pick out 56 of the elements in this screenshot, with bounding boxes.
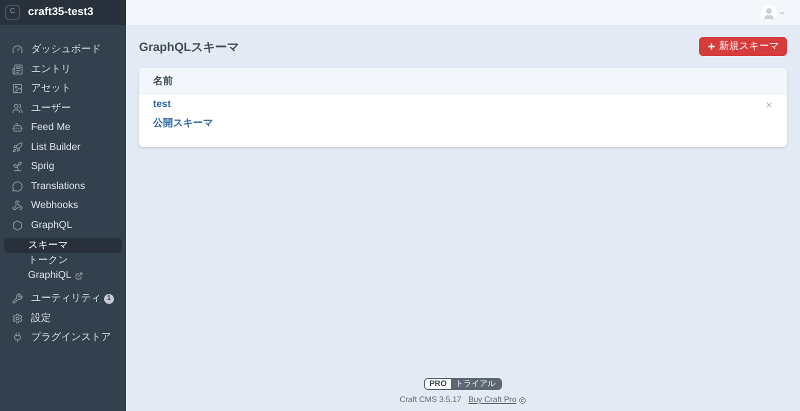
nav-item[interactable]: Translations xyxy=(0,176,126,196)
newspaper-icon xyxy=(12,64,23,75)
copyright-icon xyxy=(519,396,526,404)
nav-subitem[interactable]: スキーマ xyxy=(4,238,122,253)
nav-item[interactable]: 設定 xyxy=(0,308,126,328)
new-schema-button[interactable]: 新規スキーマ xyxy=(699,37,787,56)
edition-label: PRO xyxy=(425,379,451,389)
gear-icon xyxy=(12,312,23,324)
robot-icon xyxy=(12,122,23,134)
site-name: craft35-test3 xyxy=(28,5,94,20)
image-icon xyxy=(12,83,23,94)
plug-icon xyxy=(12,332,23,344)
nav-label: ユーティリティ xyxy=(31,292,102,306)
plus-icon xyxy=(707,42,716,51)
delete-icon[interactable] xyxy=(765,100,773,108)
nav-item[interactable]: Sprig xyxy=(0,157,126,176)
rocket-icon xyxy=(12,142,23,153)
column-header: 名前 xyxy=(153,74,173,89)
users-icon xyxy=(12,102,23,114)
nav-item[interactable]: Webhooks xyxy=(0,196,126,216)
nav-item[interactable]: ユーザー xyxy=(0,98,126,118)
gauge-icon xyxy=(12,44,23,56)
version-text: Craft CMS 3.5.17 xyxy=(400,394,462,406)
nav-item[interactable]: プラグインストア xyxy=(0,328,126,348)
webhook-icon xyxy=(12,200,23,212)
nav-label: ダッシュボード xyxy=(31,43,102,58)
nav-item[interactable]: ダッシュボード xyxy=(0,40,126,60)
nav-subitem[interactable]: GraphiQL xyxy=(4,268,122,283)
nav-label: プラグインストア xyxy=(31,330,112,346)
hexagon-icon xyxy=(12,220,23,231)
nav-subitem[interactable]: トークン xyxy=(4,253,122,268)
nav-label: エントリ xyxy=(31,62,72,77)
nav-item[interactable]: アセット xyxy=(0,79,126,98)
nav-item[interactable]: List Builder xyxy=(0,138,126,157)
edition-status: トライアル xyxy=(450,379,501,389)
nav-label: ユーザー xyxy=(31,102,72,116)
avatar-icon[interactable] xyxy=(761,4,777,20)
schema-link[interactable]: 公開スキーマ xyxy=(153,116,213,131)
nav-label: Feed Me xyxy=(31,121,72,136)
nav-label: Sprig xyxy=(31,160,56,174)
wrench-icon xyxy=(12,293,23,304)
external-link-icon xyxy=(75,272,84,280)
nav-label: 設定 xyxy=(31,312,52,326)
nav-label: GraphQL xyxy=(31,218,74,233)
chat-icon xyxy=(12,180,23,192)
nav-item[interactable]: エントリ xyxy=(0,60,126,79)
nav-label: Webhooks xyxy=(31,199,80,214)
nav-label: アセット xyxy=(31,82,72,96)
page-title: GraphQLスキーマ xyxy=(139,38,240,56)
schema-link[interactable]: test xyxy=(153,97,171,112)
sprout-icon xyxy=(12,161,23,172)
buy-link[interactable]: Buy Craft Pro xyxy=(468,394,516,406)
nav-item[interactable]: GraphQL xyxy=(0,216,126,235)
nav-label: List Builder xyxy=(31,140,82,155)
nav-label: Translations xyxy=(31,180,86,194)
nav-item[interactable]: Feed Me xyxy=(0,118,126,138)
